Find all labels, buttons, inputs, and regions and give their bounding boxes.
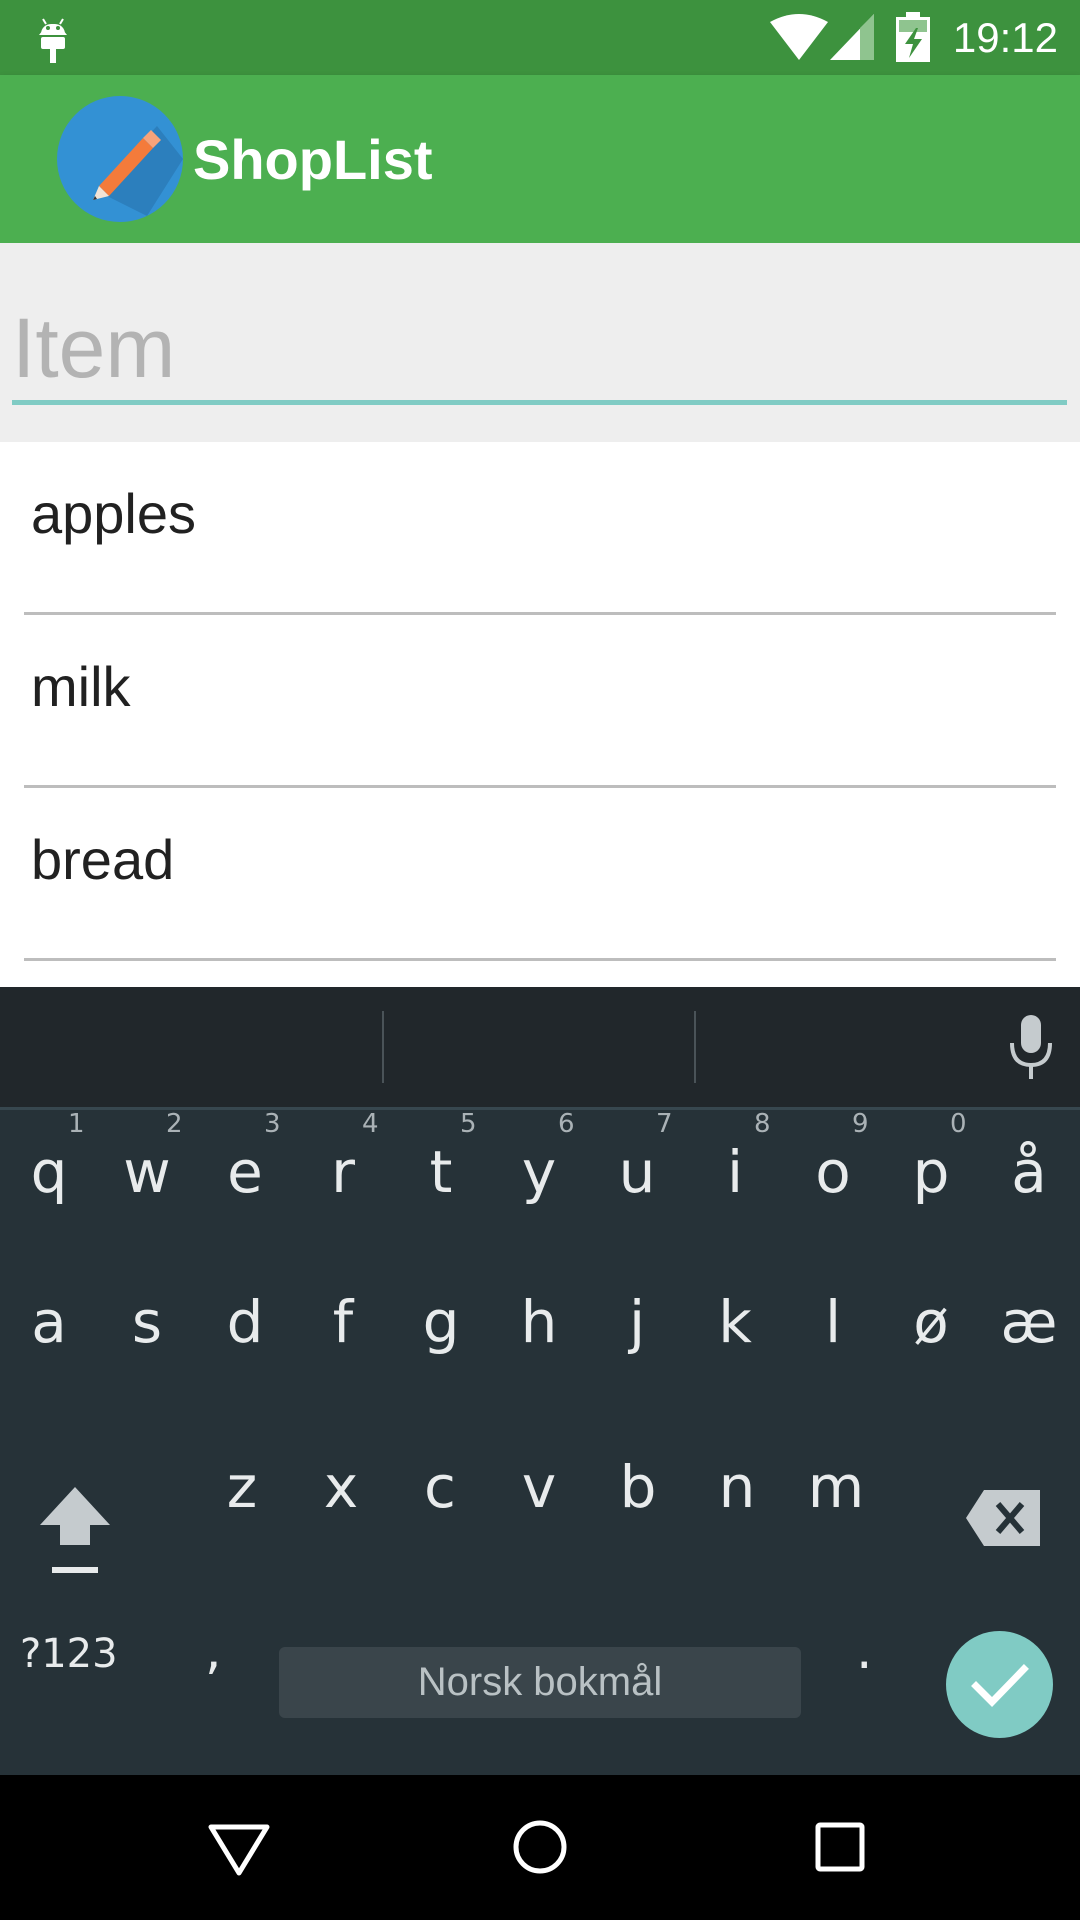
key-h[interactable]: h	[490, 1287, 588, 1397]
checkmark-icon	[971, 1664, 1029, 1707]
symbols-key[interactable]: ?123	[20, 1631, 118, 1677]
status-bar: 19:12	[0, 0, 1080, 75]
list-divider	[24, 958, 1056, 961]
key-m[interactable]: m	[787, 1452, 885, 1562]
navigation-bar	[0, 1775, 1080, 1920]
key-r[interactable]: 4r	[294, 1109, 392, 1227]
app-title: ShopList	[193, 128, 433, 191]
item-input-underline	[12, 400, 1067, 405]
back-icon[interactable]	[207, 1815, 271, 1879]
list-item-label: apples	[31, 482, 197, 545]
key-o-slash[interactable]: ø	[882, 1287, 980, 1397]
list-item[interactable]: bread	[0, 788, 1080, 961]
key-a[interactable]: a	[0, 1287, 98, 1397]
app-bar: ShopList	[0, 75, 1080, 243]
key-e[interactable]: 3e	[196, 1109, 294, 1227]
suggestion-divider	[694, 1011, 696, 1083]
shift-icon[interactable]	[38, 1485, 112, 1575]
battery-charging-icon	[896, 12, 930, 62]
key-z[interactable]: z	[193, 1452, 291, 1562]
key-v[interactable]: v	[490, 1452, 588, 1562]
key-p[interactable]: 0p	[882, 1109, 980, 1227]
key-f[interactable]: f	[294, 1287, 392, 1397]
key-o[interactable]: 9o	[784, 1109, 882, 1227]
key-ae[interactable]: æ	[980, 1287, 1078, 1397]
key-w[interactable]: 2w	[98, 1109, 196, 1227]
space-bar[interactable]: Norsk bokmål	[279, 1647, 801, 1718]
done-button[interactable]	[946, 1631, 1053, 1738]
period-key[interactable]: .	[856, 1621, 873, 1681]
key-y[interactable]: 6y	[490, 1109, 588, 1227]
app-logo-icon	[57, 96, 183, 222]
wifi-icon	[770, 14, 828, 60]
key-c[interactable]: c	[391, 1452, 489, 1562]
backspace-icon[interactable]	[966, 1490, 1040, 1546]
list-item[interactable]: apples	[0, 442, 1080, 615]
key-d[interactable]: d	[196, 1287, 294, 1397]
list-item-label: milk	[31, 655, 131, 718]
soft-keyboard: 1q 2w 3e 4r 5t 6y 7u 8i 9o 0p å a s d f …	[0, 987, 1080, 1775]
key-b[interactable]: b	[589, 1452, 687, 1562]
suggestion-strip	[0, 987, 1080, 1110]
key-g[interactable]: g	[392, 1287, 490, 1397]
recents-icon[interactable]	[808, 1815, 872, 1879]
list-item[interactable]: milk	[0, 615, 1080, 788]
key-a-ring[interactable]: å	[980, 1117, 1078, 1227]
key-s[interactable]: s	[98, 1287, 196, 1397]
key-l[interactable]: l	[784, 1287, 882, 1397]
shopping-list: apples milk bread	[0, 442, 1080, 987]
key-j[interactable]: j	[588, 1287, 686, 1397]
key-k[interactable]: k	[686, 1287, 784, 1397]
item-input-container	[0, 243, 1080, 442]
key-n[interactable]: n	[688, 1452, 786, 1562]
list-item-label: bread	[31, 828, 175, 891]
microphone-icon[interactable]	[1008, 1015, 1054, 1081]
key-u[interactable]: 7u	[588, 1109, 686, 1227]
android-notification-icon	[38, 18, 68, 63]
key-i[interactable]: 8i	[686, 1109, 784, 1227]
signal-icon	[830, 14, 874, 60]
status-time: 19:12	[952, 14, 1058, 61]
key-q[interactable]: 1q	[0, 1109, 98, 1227]
suggestion-divider	[382, 1011, 384, 1083]
comma-key[interactable]: ,	[205, 1621, 222, 1681]
item-input[interactable]	[12, 293, 1067, 403]
home-icon[interactable]	[508, 1815, 572, 1879]
key-x[interactable]: x	[292, 1452, 390, 1562]
key-t[interactable]: 5t	[392, 1109, 490, 1227]
